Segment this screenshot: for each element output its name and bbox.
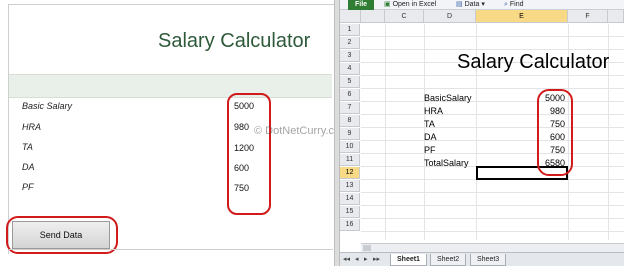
ribbon-bar: File ▣ Open in Excel ▤ Data ▾ ⌕ Find — [340, 0, 624, 10]
prev-sheet-icon[interactable]: ◂ — [355, 255, 359, 263]
ta-label: TA — [22, 142, 33, 152]
row-header[interactable]: 10 — [340, 141, 360, 153]
basic-salary-label: Basic Salary — [22, 101, 73, 111]
grid-line — [385, 24, 386, 240]
data-menu-label: Data — [464, 1, 480, 8]
row-header[interactable]: 14 — [340, 193, 360, 205]
scroll-thumb[interactable] — [363, 245, 371, 251]
sheet-title: Salary Calculator — [457, 51, 610, 73]
cell-label[interactable]: BasicSalary — [424, 93, 472, 103]
cell-label[interactable]: TotalSalary — [424, 158, 469, 168]
grid-line — [361, 205, 624, 206]
form-title: Salary Calculator — [158, 30, 311, 52]
column-header-b[interactable] — [361, 10, 385, 23]
find-button[interactable]: ⌕ Find — [504, 0, 524, 9]
file-tab[interactable]: File — [348, 0, 374, 10]
values-highlight-circle — [227, 93, 271, 215]
open-in-excel-button[interactable]: ▣ Open in Excel — [384, 0, 436, 9]
hra-label: HRA — [22, 122, 42, 132]
column-header-f[interactable]: F — [568, 10, 608, 23]
grid-line — [361, 153, 624, 154]
grid-line — [361, 75, 624, 76]
grid-line — [361, 127, 624, 128]
row-header[interactable]: 5 — [340, 76, 360, 88]
first-sheet-icon[interactable]: ◂◂ — [343, 255, 350, 263]
grid-line — [361, 231, 624, 232]
tab-sheet2[interactable]: Sheet2 — [430, 254, 467, 266]
grid-line — [361, 140, 624, 141]
select-all-corner[interactable] — [340, 10, 361, 23]
row-header[interactable]: 3 — [340, 50, 360, 62]
cell-label[interactable]: TA — [424, 119, 435, 129]
excel-icon: ▣ — [384, 1, 391, 8]
grid-line — [361, 218, 624, 219]
find-icon: ⌕ — [504, 1, 508, 8]
row-header[interactable]: 8 — [340, 115, 360, 127]
next-sheet-icon[interactable]: ▸ — [364, 255, 368, 263]
row-header[interactable]: 16 — [340, 219, 360, 231]
da-label: DA — [22, 162, 35, 172]
tab-sheet1[interactable]: Sheet1 — [390, 254, 427, 266]
data-icon: ▤ — [456, 1, 463, 8]
grid-line — [361, 114, 624, 115]
row-header[interactable]: 4 — [340, 63, 360, 75]
chevron-down-icon: ▾ — [481, 1, 485, 8]
last-sheet-icon[interactable]: ▸▸ — [373, 255, 380, 263]
form-top-border — [8, 4, 334, 5]
row-header[interactable]: 15 — [340, 206, 360, 218]
sheet-tabs-bar: ◂◂ ◂ ▸ ▸▸ Sheet1 Sheet2 Sheet3 — [340, 252, 624, 266]
column-header-d[interactable]: D — [424, 10, 476, 23]
column-header-e[interactable]: E — [476, 10, 568, 23]
open-in-excel-label: Open in Excel — [392, 1, 437, 8]
data-menu-button[interactable]: ▤ Data ▾ — [456, 0, 485, 9]
excel-values-highlight-circle — [537, 89, 573, 176]
row-header[interactable]: 7 — [340, 102, 360, 114]
row-header[interactable]: 2 — [340, 37, 360, 49]
form-bottom-border — [9, 249, 333, 250]
row-header[interactable]: 6 — [340, 89, 360, 101]
excel-panel: File ▣ Open in Excel ▤ Data ▾ ⌕ Find C D… — [340, 0, 624, 266]
row-header-selected[interactable]: 12 — [340, 167, 360, 179]
grid-line — [361, 192, 624, 193]
row-header[interactable]: 9 — [340, 128, 360, 140]
grid-line — [361, 101, 624, 102]
form-left-border — [8, 4, 9, 254]
grid-line — [361, 88, 624, 89]
row-header[interactable]: 11 — [340, 154, 360, 166]
tab-sheet3[interactable]: Sheet3 — [470, 254, 507, 266]
cell-label[interactable]: HRA — [424, 106, 443, 116]
cell-label[interactable]: PF — [424, 145, 436, 155]
grid-line — [361, 36, 624, 37]
row-header[interactable]: 13 — [340, 180, 360, 192]
row-header[interactable]: 1 — [340, 24, 360, 36]
find-label: Find — [509, 1, 524, 8]
cell-label[interactable]: DA — [424, 132, 437, 142]
horizontal-scrollbar[interactable] — [361, 243, 624, 252]
column-header-g[interactable] — [608, 10, 624, 23]
pf-label: PF — [22, 182, 34, 192]
form-header-band — [9, 74, 332, 98]
column-header-c[interactable]: C — [385, 10, 424, 23]
grid-line — [361, 49, 624, 50]
